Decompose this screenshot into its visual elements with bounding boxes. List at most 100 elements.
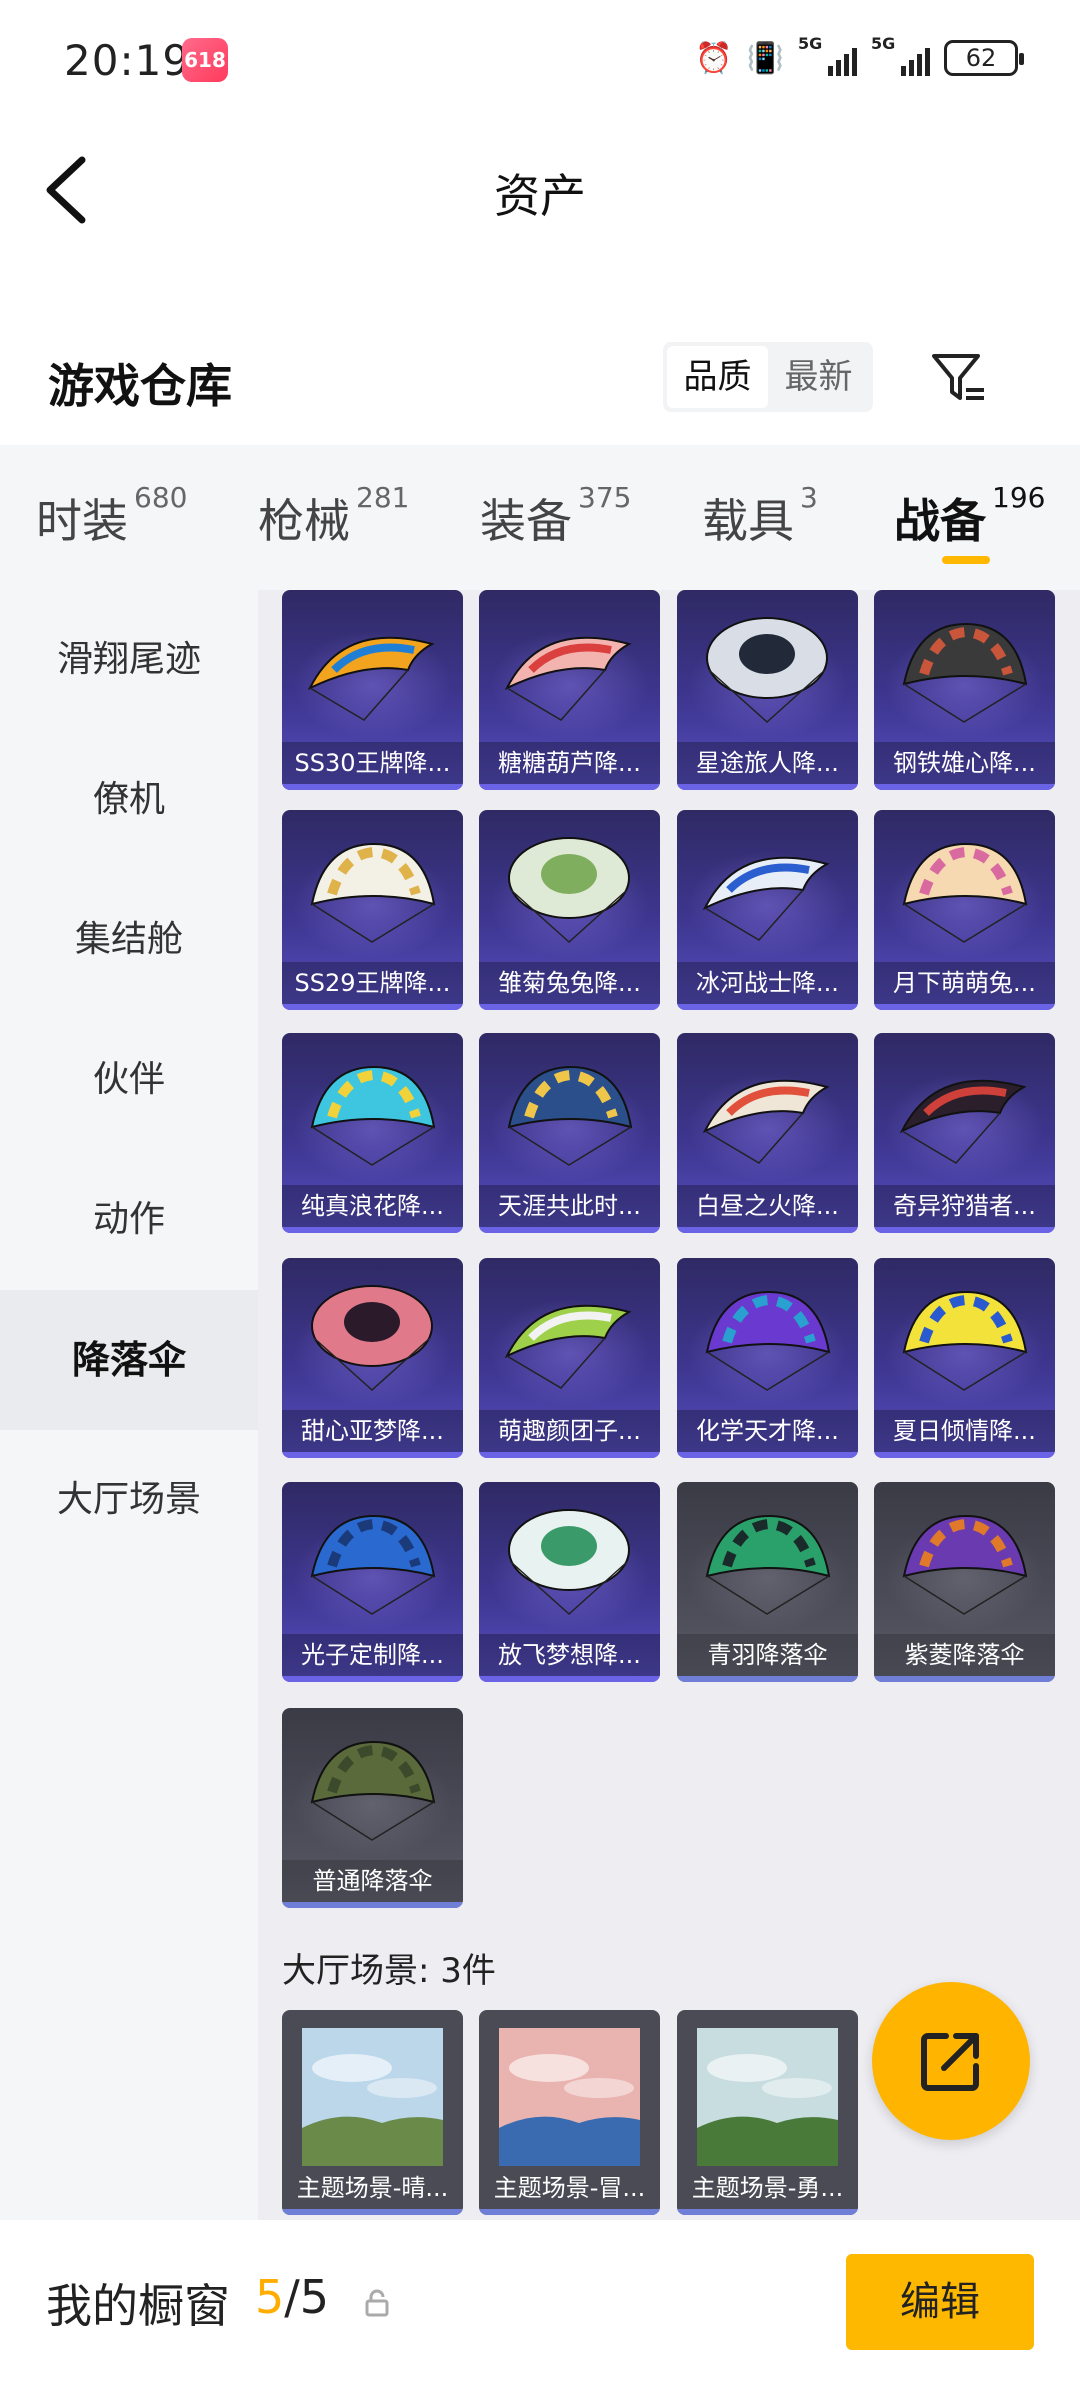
- page-title: 资产: [494, 169, 586, 223]
- parachute-name: 放飞梦想降...: [479, 1634, 660, 1676]
- parachute-card[interactable]: 天涯共此时...: [479, 1033, 660, 1233]
- sort-toggle: 品质 最新: [663, 342, 873, 412]
- parachute-image: [310, 1514, 436, 1615]
- parachute-name: 化学天才降...: [677, 1410, 858, 1452]
- parachute-image: [504, 1304, 632, 1389]
- parachute-card[interactable]: 白昼之火降...: [677, 1033, 858, 1233]
- alarm-icon: ⏰: [695, 40, 733, 76]
- rarity-bar: [479, 1452, 660, 1458]
- parachute-image: [706, 617, 828, 724]
- sidebar-item-lobby-scene[interactable]: 大厅场景: [0, 1430, 258, 1570]
- parachute-name: 纯真浪花降...: [282, 1185, 463, 1227]
- parachute-image: [899, 1079, 1027, 1164]
- edit-button[interactable]: 编辑: [846, 2254, 1034, 2350]
- sidebar-item-pod[interactable]: 集结舱: [0, 870, 258, 1010]
- parachute-name: 奇异狩猎者...: [874, 1185, 1055, 1227]
- parachute-card[interactable]: 纯真浪花降...: [282, 1033, 463, 1233]
- rarity-bar: [282, 1004, 463, 1010]
- parachute-card[interactable]: 冰河战士降...: [677, 810, 858, 1010]
- parachute-name: 天涯共此时...: [479, 1185, 660, 1227]
- filter-icon[interactable]: [928, 348, 988, 408]
- parachute-image: [508, 837, 630, 944]
- parachute-card[interactable]: 化学天才降...: [677, 1258, 858, 1458]
- rarity-bar: [874, 1227, 1055, 1233]
- parachute-card[interactable]: 青羽降落伞: [677, 1482, 858, 1682]
- parachute-name: 青羽降落伞: [677, 1634, 858, 1676]
- parachute-card[interactable]: 雏菊兔兔降...: [479, 810, 660, 1010]
- tab-fashion[interactable]: 时装 680: [36, 481, 187, 551]
- scene-card[interactable]: 主题场景-冒...: [479, 2010, 660, 2215]
- rarity-bar: [479, 1004, 660, 1010]
- parachute-card[interactable]: SS30王牌降...: [282, 590, 463, 790]
- parachute-card[interactable]: SS29王牌降...: [282, 810, 463, 1010]
- tab-equipment[interactable]: 装备 375: [480, 481, 631, 551]
- parachute-name: 钢铁雄心降...: [874, 742, 1055, 784]
- parachute-image: [702, 856, 830, 941]
- parachute-card[interactable]: 甜心亚梦降...: [282, 1258, 463, 1458]
- sidebar-item-glide-trail[interactable]: 滑翔尾迹: [0, 590, 258, 730]
- parachute-name: 紫菱降落伞: [874, 1634, 1055, 1676]
- rarity-bar: [677, 1676, 858, 1682]
- parachute-image: [311, 1285, 433, 1392]
- scene-card[interactable]: 主题场景-晴...: [282, 2010, 463, 2215]
- parachute-image: [507, 1065, 633, 1166]
- parachute-card[interactable]: 奇异狩猎者...: [874, 1033, 1055, 1233]
- parachute-image: [310, 1065, 436, 1166]
- parachute-name: SS30王牌降...: [282, 742, 463, 784]
- parachute-card[interactable]: 夏日倾情降...: [874, 1258, 1055, 1458]
- parachute-name: 光子定制降...: [282, 1634, 463, 1676]
- parachute-image: [902, 622, 1028, 723]
- share-icon: [921, 2033, 979, 2091]
- parachute-name: SS29王牌降...: [282, 962, 463, 1004]
- vibrate-icon: 📳: [746, 40, 784, 76]
- parachute-image: [307, 636, 435, 721]
- scene-name: 主题场景-冒...: [493, 2174, 646, 2202]
- bottom-bar: 我的橱窗 5/5 编辑: [0, 2220, 1080, 2382]
- lock-icon: [365, 2289, 389, 2317]
- scene-card[interactable]: 主题场景-勇...: [677, 2010, 858, 2215]
- parachute-image: [902, 1290, 1028, 1391]
- showcase-label: 我的橱窗: [46, 2279, 230, 2333]
- rarity-bar: [479, 1227, 660, 1233]
- parachute-card[interactable]: 钢铁雄心降...: [874, 590, 1055, 790]
- parachute-card[interactable]: 放飞梦想降...: [479, 1482, 660, 1682]
- parachute-image: [702, 1079, 830, 1164]
- parachute-card[interactable]: 普通降落伞: [282, 1708, 463, 1908]
- parachute-name: 星途旅人降...: [677, 742, 858, 784]
- status-bar: 20:19 618 ⏰ 📳 5G 5G 62: [0, 0, 1080, 120]
- tab-gear[interactable]: 战备 196: [894, 481, 1045, 551]
- rarity-bar: [677, 2209, 858, 2215]
- parachute-card[interactable]: 糖糖葫芦降...: [479, 590, 660, 790]
- scene-thumbnail: [499, 2028, 640, 2166]
- parachute-image: [508, 1509, 630, 1616]
- sidebar-item-emote[interactable]: 动作: [0, 1150, 258, 1290]
- parachute-card[interactable]: 月下萌萌兔...: [874, 810, 1055, 1010]
- tab-weapons[interactable]: 枪械 281: [258, 481, 409, 551]
- rarity-bar: [677, 1452, 858, 1458]
- sidebar-item-wingman[interactable]: 僚机: [0, 730, 258, 870]
- status-icons: ⏰ 📳 5G 5G 62: [695, 34, 1024, 76]
- sidebar: 滑翔尾迹 僚机 集结舱 伙伴 动作 降落伞 大厅场景: [0, 590, 258, 2220]
- parachute-name: 白昼之火降...: [677, 1185, 858, 1227]
- parachute-image: [504, 636, 632, 721]
- sort-newest[interactable]: 最新: [768, 346, 869, 408]
- share-button[interactable]: [872, 1982, 1030, 2140]
- parachute-image: [705, 1290, 831, 1391]
- rarity-bar: [282, 1676, 463, 1682]
- rarity-bar: [479, 784, 660, 790]
- rarity-bar: [874, 1676, 1055, 1682]
- battery-icon: 62: [944, 40, 1024, 76]
- parachute-card[interactable]: 萌趣颜团子...: [479, 1258, 660, 1458]
- parachute-card[interactable]: 光子定制降...: [282, 1482, 463, 1682]
- parachute-card[interactable]: 星途旅人降...: [677, 590, 858, 790]
- showcase-count: 5/5: [255, 2270, 330, 2324]
- parachute-name: 甜心亚梦降...: [282, 1410, 463, 1452]
- sidebar-item-partner[interactable]: 伙伴: [0, 1010, 258, 1150]
- sort-quality[interactable]: 品质: [667, 346, 768, 408]
- parachute-card[interactable]: 紫菱降落伞: [874, 1482, 1055, 1682]
- parachute-image: [902, 1514, 1028, 1615]
- tab-vehicles[interactable]: 载具 3: [702, 481, 818, 551]
- rarity-bar: [874, 784, 1055, 790]
- sidebar-item-parachute[interactable]: 降落伞: [0, 1290, 258, 1430]
- parachute-name: 雏菊兔兔降...: [479, 962, 660, 1004]
